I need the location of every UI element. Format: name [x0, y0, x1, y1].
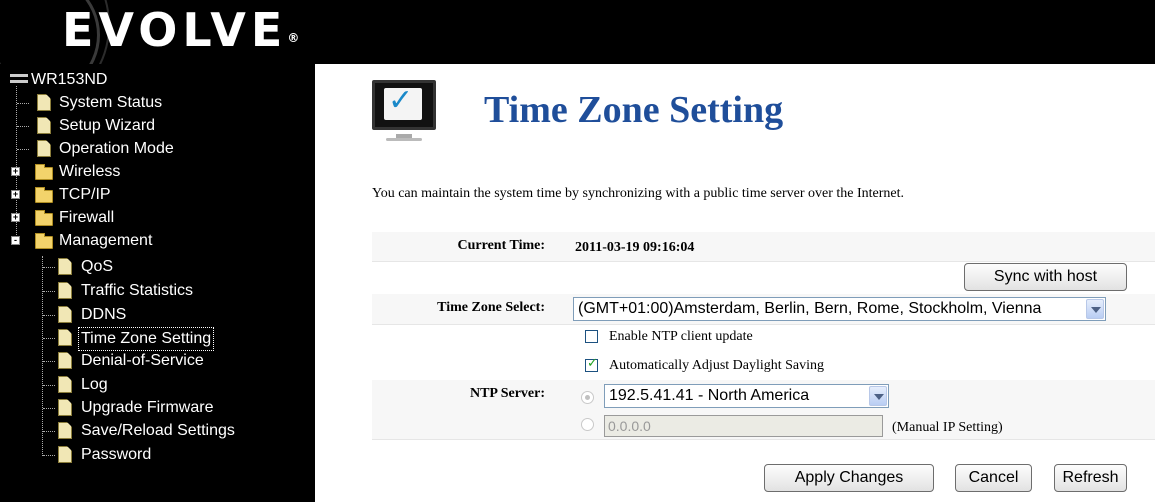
page-icon: [37, 140, 51, 157]
tree-line: [42, 256, 43, 456]
sidebar-item-label: Wireless: [59, 163, 121, 180]
tree-branch: [43, 408, 55, 409]
sidebar-item-label: Denial-of-Service: [81, 352, 204, 369]
sidebar-item-label: Save/Reload Settings: [81, 422, 235, 439]
page-icon: [58, 399, 72, 416]
daylight-saving-checkbox[interactable]: ✓: [585, 356, 598, 372]
tree-branch: [43, 455, 55, 456]
sidebar-item-label: Management: [59, 232, 153, 249]
tree-branch: [17, 126, 29, 127]
expand-icon[interactable]: +: [11, 213, 20, 222]
page-icon: [58, 258, 72, 275]
tree-branch: [43, 431, 55, 432]
page-title: Time Zone Setting: [484, 89, 784, 131]
tree-branch: [43, 338, 55, 339]
sidebar-item-label: QoS: [81, 258, 114, 275]
expand-icon[interactable]: +: [11, 167, 20, 176]
checkmark-icon: ✓: [587, 356, 598, 371]
sidebar-item-label: Time Zone Setting: [78, 327, 215, 351]
sync-with-host-button[interactable]: Sync with host: [964, 263, 1127, 291]
collapse-icon[interactable]: -: [11, 236, 20, 245]
page-icon: [58, 282, 72, 299]
sidebar-root-label: WR153ND: [31, 71, 108, 88]
folder-icon: [35, 164, 53, 180]
sidebar-item-label: Log: [81, 376, 108, 393]
expand-icon[interactable]: +: [11, 190, 20, 199]
page-icon: [37, 94, 51, 111]
folder-icon: [35, 187, 53, 203]
radio-dot: [585, 395, 590, 400]
router-icon: [10, 74, 28, 86]
checkmark-icon: ✓: [388, 83, 414, 118]
apply-changes-button[interactable]: Apply Changes: [764, 464, 934, 492]
folder-icon: [35, 210, 53, 226]
timezone-select[interactable]: (GMT+01:00)Amsterdam, Berlin, Bern, Rome…: [573, 297, 1106, 321]
enable-ntp-checkbox[interactable]: [585, 330, 598, 343]
header-banner: EVOLVE®: [0, 0, 1155, 64]
page-icon: [58, 306, 72, 323]
tree-branch: [17, 103, 29, 104]
timezone-selected-value: (GMT+01:00)Amsterdam, Berlin, Bern, Rome…: [578, 300, 1042, 317]
sidebar-item-label: System Status: [59, 94, 163, 111]
daylight-saving-label: Automatically Adjust Daylight Saving: [609, 358, 825, 373]
chevron-down-icon: [1086, 299, 1104, 319]
page-icon: [58, 352, 72, 369]
sidebar-nav: WR153ND System Status Setup Wizard Opera…: [0, 64, 315, 502]
ntp-server-manual-radio[interactable]: [581, 418, 594, 431]
page-icon: [58, 329, 72, 346]
tree-branch: [43, 361, 55, 362]
sidebar-item-label: Password: [81, 446, 152, 463]
sidebar-item-label: Firewall: [59, 209, 115, 226]
tree-branch: [43, 385, 55, 386]
sidebar-item-label: TCP/IP: [59, 186, 111, 203]
cancel-button[interactable]: Cancel: [955, 464, 1032, 492]
ntp-server-selected-value: 192.5.41.41 - North America: [609, 387, 810, 404]
tree-branch: [43, 267, 55, 268]
manual-ip-input[interactable]: 0.0.0.0: [604, 415, 883, 437]
ntp-server-preset-radio[interactable]: [581, 391, 594, 404]
ntp-server-label: NTP Server:: [469, 386, 545, 401]
tree-branch: [17, 149, 29, 150]
folder-open-icon: [35, 233, 53, 249]
sidebar-item-label: Upgrade Firmware: [81, 399, 214, 416]
manual-ip-label: (Manual IP Setting): [892, 420, 1003, 435]
timezone-label: Time Zone Select:: [437, 300, 545, 315]
page-icon: [58, 446, 72, 463]
sidebar-item-label: DDNS: [81, 306, 127, 323]
main-content: ✓ Time Zone Setting You can maintain the…: [315, 64, 1155, 502]
current-time-value: 2011-03-19 09:16:04: [575, 240, 695, 255]
monitor-base: [386, 138, 422, 141]
sidebar-item-label: Setup Wizard: [59, 117, 156, 134]
sidebar-item-label: Operation Mode: [59, 140, 174, 157]
current-time-label: Current Time:: [457, 238, 546, 253]
page-icon: [58, 422, 72, 439]
tree-branch: [43, 315, 55, 316]
ntp-server-select[interactable]: 192.5.41.41 - North America: [604, 384, 889, 408]
brand-logo: EVOLVE®: [62, 3, 300, 57]
enable-ntp-label: Enable NTP client update: [609, 329, 753, 344]
page-icon: [37, 117, 51, 134]
page-icon: [58, 376, 72, 393]
chevron-down-icon: [869, 386, 887, 406]
page-description: You can maintain the system time by sync…: [372, 186, 905, 201]
tree-branch: [43, 291, 55, 292]
monitor-check-icon: ✓: [370, 78, 440, 148]
refresh-button[interactable]: Refresh: [1054, 464, 1127, 492]
sidebar-item-label: Traffic Statistics: [81, 282, 194, 299]
